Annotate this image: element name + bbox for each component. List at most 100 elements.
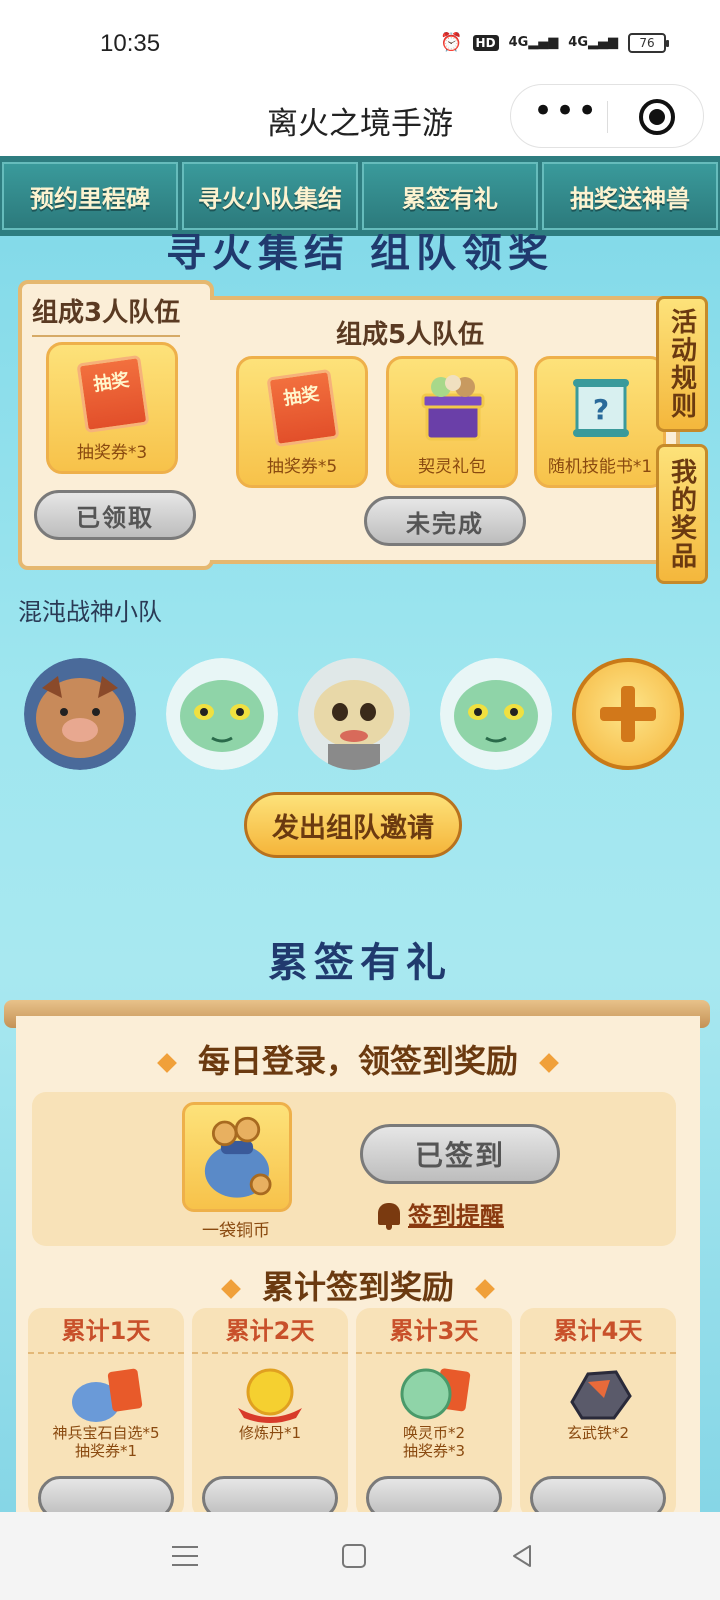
claim-day-4-button[interactable] bbox=[530, 1476, 666, 1512]
team-name: 混沌战神小队 bbox=[18, 598, 162, 626]
coin-bag-icon bbox=[204, 1116, 272, 1198]
cumulative-day-label: 累计1天 bbox=[28, 1308, 184, 1354]
team-5-prize-label-2: 契灵礼包 bbox=[418, 457, 486, 477]
ticket-text: 抽奖 bbox=[92, 369, 131, 396]
signin-reminder-text: 签到提醒 bbox=[408, 1202, 504, 1230]
cumulative-reward-label: 玄武铁*2 bbox=[520, 1424, 676, 1442]
close-miniprogram-icon[interactable] bbox=[639, 99, 675, 135]
signal-4g-icon-2: 4G▂▄▆ bbox=[568, 35, 618, 50]
diamond-icon bbox=[475, 1279, 495, 1299]
activity-rules-button[interactable]: 活动规则 bbox=[656, 296, 708, 432]
lottery-ticket-icon: 抽奖 bbox=[76, 354, 150, 434]
signin-banner: 累签有礼 bbox=[120, 922, 600, 992]
battery-icon: 76 bbox=[628, 32, 669, 53]
hd-badge: HD bbox=[472, 34, 499, 51]
menu-icon[interactable] bbox=[170, 1542, 200, 1570]
daily-reward-box bbox=[32, 1092, 676, 1246]
cumulative-title: 累计签到奖励 bbox=[16, 1262, 700, 1308]
add-member-button[interactable] bbox=[572, 658, 684, 770]
daily-login-title-text: 每日登录，领签到奖励 bbox=[197, 1042, 518, 1080]
claim-day-3-button[interactable] bbox=[366, 1476, 502, 1512]
cumulative-day-2: 累计2天 修炼丹*1 bbox=[192, 1308, 348, 1512]
cumulative-day-label: 累计3天 bbox=[356, 1308, 512, 1354]
reward-line-1: 神兵宝石自选*5 bbox=[52, 1424, 160, 1442]
signal-label: 4G bbox=[508, 35, 529, 50]
team-5-prize-label-1: 抽奖券*5 bbox=[266, 457, 338, 477]
member-avatar-frog[interactable] bbox=[166, 658, 278, 770]
daily-login-title: 每日登录，领签到奖励 bbox=[16, 1036, 700, 1082]
spirit-gift-box-icon bbox=[421, 375, 485, 441]
signin-reminder-link[interactable]: 签到提醒 bbox=[378, 1196, 504, 1231]
signin-banner-text: 累签有礼 bbox=[268, 940, 452, 986]
cumulative-reward-label: 修炼丹*1 bbox=[192, 1424, 348, 1442]
daily-reward-label: 一袋铜币 bbox=[202, 1221, 270, 1241]
cumulative-title-text: 累计签到奖励 bbox=[261, 1268, 454, 1306]
status-bar: 10:35 ⏰ HD 4G▂▄▆ 4G▂▄▆ 76 bbox=[0, 0, 720, 80]
reward-line-1: 修炼丹*1 bbox=[238, 1424, 302, 1442]
incomplete-button[interactable]: 未完成 bbox=[364, 496, 526, 546]
xuanwu-iron-icon bbox=[570, 1370, 632, 1420]
signal-label-2: 4G bbox=[568, 35, 588, 50]
team-5-panel: 组成5人队伍 抽奖 抽奖券*5 契灵礼包 ? 随机技能书*1 未完成 bbox=[210, 296, 680, 564]
status-time: 10:35 bbox=[100, 30, 161, 57]
tab-milestone[interactable]: 预约里程碑 bbox=[2, 162, 178, 230]
daily-reward-item bbox=[182, 1102, 292, 1212]
team-banner-text: 寻火集结 组队领奖 bbox=[166, 234, 554, 274]
diamond-icon bbox=[221, 1279, 241, 1299]
cumulative-day-label: 累计2天 bbox=[192, 1308, 348, 1354]
lottery-ticket-icon: 抽奖 bbox=[266, 368, 340, 448]
cumulative-day-4: 累计4天 玄武铁*2 bbox=[520, 1308, 676, 1512]
send-invite-button[interactable]: 发出组队邀请 bbox=[244, 792, 462, 858]
cumulative-day-3: 累计3天 唤灵币*2 抽奖券*3 bbox=[356, 1308, 512, 1512]
team-3-panel: 组成3人队伍 抽奖 抽奖券*3 已领取 bbox=[18, 280, 214, 570]
team-3-prize: 抽奖 抽奖券*3 bbox=[46, 342, 178, 474]
member-avatar-turtle[interactable] bbox=[298, 658, 410, 770]
status-icons: ⏰ HD 4G▂▄▆ 4G▂▄▆ 76 bbox=[440, 32, 669, 53]
signed-in-button[interactable]: 已签到 bbox=[360, 1124, 560, 1184]
reward-line-1: 玄武铁*2 bbox=[566, 1424, 630, 1442]
cumulative-reward-label: 神兵宝石自选*5 抽奖券*1 bbox=[28, 1424, 184, 1460]
team-5-prize-ticket: 抽奖 抽奖券*5 bbox=[236, 356, 368, 488]
team-3-prize-label: 抽奖券*3 bbox=[76, 443, 148, 463]
diamond-icon bbox=[539, 1053, 559, 1073]
reward-line-2: 抽奖券*3 bbox=[402, 1442, 466, 1460]
tab-team-up[interactable]: 寻火小队集结 bbox=[182, 162, 358, 230]
back-icon[interactable] bbox=[508, 1542, 536, 1570]
reward-line-2: 抽奖券*1 bbox=[74, 1442, 138, 1460]
spirit-coin-ticket-icon bbox=[400, 1368, 471, 1420]
claim-day-2-button[interactable] bbox=[202, 1476, 338, 1512]
bell-icon bbox=[378, 1202, 400, 1230]
home-icon[interactable] bbox=[340, 1542, 368, 1570]
claimed-button[interactable]: 已领取 bbox=[34, 490, 196, 540]
member-avatar-frog-2[interactable] bbox=[440, 658, 552, 770]
cumulative-day-1: 累计1天 神兵宝石自选*5 抽奖券*1 bbox=[28, 1308, 184, 1512]
my-prizes-button[interactable]: 我的奖品 bbox=[656, 444, 708, 584]
ticket-text: 抽奖 bbox=[282, 383, 321, 410]
main-content[interactable]: 预约里程碑 寻火小队集结 累签有礼 抽奖送神兽 寻火集结 组队领奖 组成3人队伍… bbox=[0, 156, 720, 1512]
diamond-icon bbox=[157, 1053, 177, 1073]
tab-signin[interactable]: 累签有礼 bbox=[362, 162, 538, 230]
cultivation-pill-icon bbox=[238, 1368, 302, 1423]
alarm-icon: ⏰ bbox=[440, 32, 463, 53]
reward-line-1: 唤灵币*2 bbox=[402, 1424, 466, 1442]
tab-bar: 预约里程碑 寻火小队集结 累签有礼 抽奖送神兽 bbox=[0, 156, 720, 236]
tab-lottery[interactable]: 抽奖送神兽 bbox=[542, 162, 718, 230]
signal-4g-icon: 4G▂▄▆ bbox=[508, 35, 559, 50]
member-avatar-boar[interactable] bbox=[24, 658, 136, 770]
title-bar: 离火之境手游 ••• bbox=[0, 80, 720, 156]
cumulative-reward-label: 唤灵币*2 抽奖券*3 bbox=[356, 1424, 512, 1460]
svg-text:?: ? bbox=[593, 393, 609, 426]
team-5-prize-skillbook: ? 随机技能书*1 bbox=[534, 356, 666, 488]
cumulative-day-label: 累计4天 bbox=[520, 1308, 676, 1354]
system-nav-bar bbox=[0, 1512, 720, 1600]
gem-bag-ticket-icon bbox=[72, 1368, 143, 1422]
team-3-title: 组成3人队伍 bbox=[32, 292, 181, 337]
team-5-title: 组成5人队伍 bbox=[335, 320, 485, 350]
team-banner: 寻火集结 组队领奖 bbox=[30, 234, 690, 274]
team-5-prize-label-3: 随机技能书*1 bbox=[547, 457, 653, 477]
more-icon[interactable]: ••• bbox=[533, 94, 597, 135]
miniprogram-capsule: ••• bbox=[510, 84, 704, 148]
claim-day-1-button[interactable] bbox=[38, 1476, 174, 1512]
capsule-divider bbox=[607, 101, 608, 133]
skill-scroll-icon: ? bbox=[573, 379, 629, 437]
